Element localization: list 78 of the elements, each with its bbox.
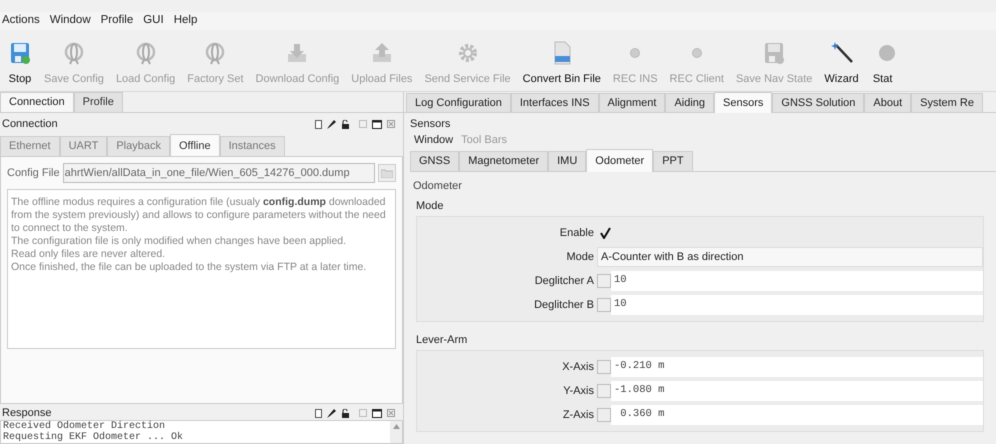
panel-title: Connection bbox=[2, 116, 58, 132]
tab[interactable]: Log Configuration bbox=[406, 93, 511, 112]
close-icon[interactable] bbox=[387, 409, 395, 417]
document-icon[interactable] bbox=[315, 120, 322, 128]
description-text: The configuration file is only modified when changes have been applied. bbox=[11, 235, 348, 248]
tab[interactable]: Alignment bbox=[598, 93, 666, 112]
number-field[interactable]: -1.080 m bbox=[611, 381, 983, 401]
tab[interactable]: Interfaces INS bbox=[510, 93, 599, 112]
field-label: Y-Axis bbox=[562, 384, 595, 399]
spin-button-icon[interactable] bbox=[597, 408, 611, 422]
float-icon[interactable] bbox=[359, 409, 367, 417]
scrollbar[interactable] bbox=[390, 421, 402, 443]
log-line: Received Odometer Direction bbox=[3, 421, 166, 432]
group-title: Lever-Arm bbox=[416, 333, 468, 348]
number-field[interactable]: 10 bbox=[611, 295, 983, 315]
folder-icon[interactable] bbox=[378, 164, 396, 182]
field-label: Deglitcher B bbox=[533, 298, 595, 313]
spin-button-icon[interactable] bbox=[597, 274, 611, 288]
tab[interactable]: UART bbox=[60, 136, 108, 156]
toolbar-button[interactable]: Stat bbox=[864, 40, 901, 87]
panel-title: Response bbox=[2, 407, 52, 419]
description-text: Read only files are never altered. bbox=[11, 248, 166, 261]
field-label: Mode bbox=[565, 250, 595, 265]
tab[interactable]: Playback bbox=[107, 136, 170, 156]
tab[interactable]: Instances bbox=[220, 136, 285, 156]
description-text: The offline modus requires a configuration file (usualy config.dump downloaded from the system previously) and allows to configure parameters without the need to connect to the system. bbox=[11, 196, 387, 235]
pen-icon[interactable] bbox=[327, 120, 336, 128]
tab[interactable]: Profile bbox=[74, 92, 123, 112]
toolbar-button[interactable]: Convert Bin File bbox=[516, 40, 607, 87]
scroll-up-icon[interactable] bbox=[392, 424, 400, 429]
tab[interactable]: Magnetometer bbox=[459, 151, 548, 171]
spin-button-icon[interactable] bbox=[597, 384, 611, 398]
menu-item[interactable]: Profile bbox=[100, 12, 134, 30]
field-label: Z-Axis bbox=[562, 408, 595, 423]
field-label: X-Axis bbox=[561, 360, 595, 375]
tab[interactable]: Aiding bbox=[665, 93, 714, 112]
tab[interactable]: IMU bbox=[548, 151, 586, 171]
close-icon[interactable] bbox=[387, 120, 395, 128]
menu-item[interactable]: Actions bbox=[2, 12, 40, 30]
maximize-icon[interactable] bbox=[372, 408, 382, 418]
tab[interactable]: PPT bbox=[653, 151, 693, 171]
field-label: Enable bbox=[558, 226, 595, 241]
tab[interactable]: Odometer bbox=[586, 149, 654, 172]
section-title: Odometer bbox=[412, 179, 463, 194]
tab[interactable]: About bbox=[864, 93, 912, 112]
menu-item[interactable]: GUI bbox=[143, 12, 164, 30]
maximize-icon[interactable] bbox=[372, 120, 382, 128]
config-file-field[interactable]: ahrtWien/allData_in_one_file/Wien_605_14276_000.dump bbox=[62, 163, 375, 183]
lock-icon[interactable] bbox=[341, 408, 350, 418]
toolbar-button[interactable]: Stop bbox=[2, 40, 38, 87]
tab[interactable]: Sensors bbox=[714, 92, 772, 113]
tab[interactable]: Connection bbox=[0, 92, 74, 112]
tab[interactable]: GNSS Solution bbox=[772, 93, 864, 112]
number-field[interactable]: 0.360 m bbox=[611, 405, 983, 425]
magic-wand-icon bbox=[830, 40, 854, 64]
pen-icon[interactable] bbox=[327, 408, 336, 418]
tab[interactable]: GNSS bbox=[410, 151, 460, 171]
description-text: Once finished, the file can be uploaded to the system via FTP at a later time. bbox=[11, 261, 368, 274]
group-title: Mode bbox=[416, 199, 445, 214]
panel-title: Sensors bbox=[410, 117, 452, 132]
tab[interactable]: Ethernet bbox=[0, 136, 60, 156]
field-label: Deglitcher A bbox=[534, 274, 595, 289]
float-icon[interactable] bbox=[359, 120, 367, 128]
number-field[interactable]: 10 bbox=[611, 271, 983, 291]
toolbar-button[interactable]: Wizard bbox=[818, 40, 865, 87]
log-line: Requesting EKF Odometer ... Ok bbox=[3, 432, 184, 443]
lock-icon[interactable] bbox=[341, 120, 350, 128]
menu-item[interactable]: Window bbox=[50, 12, 91, 30]
spin-button-icon[interactable] bbox=[597, 298, 611, 312]
menu-item[interactable]: Help bbox=[174, 12, 198, 30]
document-icon[interactable] bbox=[315, 408, 322, 418]
tab[interactable]: System Re bbox=[911, 93, 983, 112]
mode-dropdown[interactable]: A-Counter with B as direction bbox=[597, 247, 983, 267]
spin-button-icon[interactable] bbox=[597, 360, 611, 374]
field-label: Config File bbox=[7, 166, 60, 181]
tab[interactable]: Offline bbox=[170, 134, 220, 157]
menu-item[interactable]: Window bbox=[414, 132, 454, 148]
number-field[interactable]: -0.210 m bbox=[611, 357, 983, 377]
